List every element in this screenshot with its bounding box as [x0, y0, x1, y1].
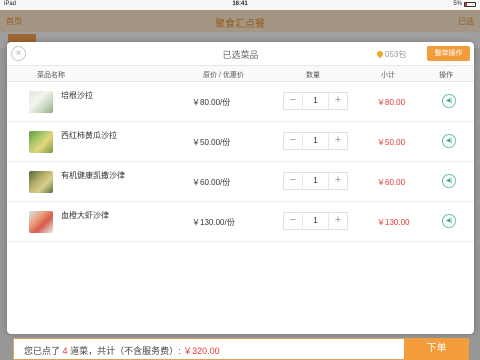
clock: 16:41 — [232, 1, 248, 7]
order-total: ￥320.00 — [183, 346, 220, 356]
delete-icon[interactable]: ◀| — [442, 174, 456, 188]
pack-info: 053包 — [377, 49, 406, 60]
plus-button[interactable]: + — [329, 213, 347, 229]
plus-button[interactable]: + — [329, 173, 347, 189]
quantity-value[interactable]: 1 — [302, 213, 329, 229]
selected-dishes-modal: × 已选菜品 053包 整单操作 菜品名称 原价 / 优惠价 数量 小计 操作 … — [7, 42, 474, 334]
minus-button[interactable]: − — [284, 173, 302, 189]
whole-order-button[interactable]: 整单操作 — [427, 46, 470, 61]
battery-icon — [464, 1, 476, 7]
dish-name: 有机健康凯撒沙律 — [61, 171, 125, 180]
col-action: 操作 — [439, 72, 453, 79]
status-bar: iPad 16:41 5% — [0, 0, 480, 10]
dish-price: ￥50.00/份 — [192, 138, 231, 147]
pack-number: 053包 — [385, 50, 407, 59]
dish-name: 培根沙拉 — [61, 91, 93, 100]
location-pin-icon — [377, 51, 383, 59]
minus-button[interactable]: − — [284, 213, 302, 229]
summary-middle: 道菜，共计（不含服务费）: — [70, 346, 181, 356]
battery-status: 5% — [453, 1, 476, 7]
quantity-value[interactable]: 1 — [302, 173, 329, 189]
order-summary-bar: 您已点了 4 道菜，共计（不含服务费）: ￥320.00 下单 — [13, 338, 469, 360]
table-header: 菜品名称 原价 / 优惠价 数量 小计 操作 — [7, 66, 474, 82]
dish-price: ￥130.00/份 — [192, 218, 235, 227]
dish-image — [29, 91, 53, 113]
plus-button[interactable]: + — [329, 133, 347, 149]
dish-subtotal: ￥60.00 — [377, 178, 406, 187]
col-price: 原价 / 优惠价 — [203, 72, 244, 79]
dish-image — [29, 131, 53, 153]
dish-name: 西红柿黄瓜沙拉 — [61, 131, 117, 140]
minus-button[interactable]: − — [284, 93, 302, 109]
dish-image — [29, 171, 53, 193]
table-row: 西红柿黄瓜沙拉 ￥50.00/份 − 1 + ￥50.00 ◀| — [7, 122, 474, 162]
col-subtotal: 小计 — [381, 72, 395, 79]
modal-header: × 已选菜品 053包 整单操作 — [7, 42, 474, 66]
order-summary: 您已点了 4 道菜，共计（不含服务费）: ￥320.00 — [24, 344, 220, 357]
quantity-value[interactable]: 1 — [302, 133, 329, 149]
table-row: 有机健康凯撒沙律 ￥60.00/份 − 1 + ￥60.00 ◀| — [7, 162, 474, 202]
plus-button[interactable]: + — [329, 93, 347, 109]
dish-price: ￥80.00/份 — [192, 98, 231, 107]
col-qty: 数量 — [306, 72, 320, 79]
quantity-stepper: − 1 + — [283, 132, 348, 150]
quantity-value[interactable]: 1 — [302, 93, 329, 109]
quantity-stepper: − 1 + — [283, 212, 348, 230]
dish-name: 血橙大虾沙律 — [61, 211, 109, 220]
dish-price: ￥60.00/份 — [192, 178, 231, 187]
dish-count: 4 — [62, 346, 68, 356]
dish-subtotal: ￥80.00 — [377, 98, 406, 107]
col-name: 菜品名称 — [37, 72, 65, 79]
table-row: 血橙大虾沙律 ￥130.00/份 − 1 + ￥130.00 ◀| — [7, 202, 474, 242]
delete-icon[interactable]: ◀| — [442, 94, 456, 108]
dish-image — [29, 211, 53, 233]
quantity-stepper: − 1 + — [283, 92, 348, 110]
delete-icon[interactable]: ◀| — [442, 214, 456, 228]
dish-subtotal: ￥50.00 — [377, 138, 406, 147]
quantity-stepper: − 1 + — [283, 172, 348, 190]
battery-percent: 5% — [453, 1, 462, 7]
dish-subtotal: ￥130.00 — [377, 218, 410, 227]
table-row: 培根沙拉 ￥80.00/份 − 1 + ￥80.00 ◀| — [7, 82, 474, 122]
summary-prefix: 您已点了 — [24, 346, 61, 356]
delete-icon[interactable]: ◀| — [442, 134, 456, 148]
minus-button[interactable]: − — [284, 133, 302, 149]
place-order-button[interactable]: 下单 — [404, 338, 469, 360]
